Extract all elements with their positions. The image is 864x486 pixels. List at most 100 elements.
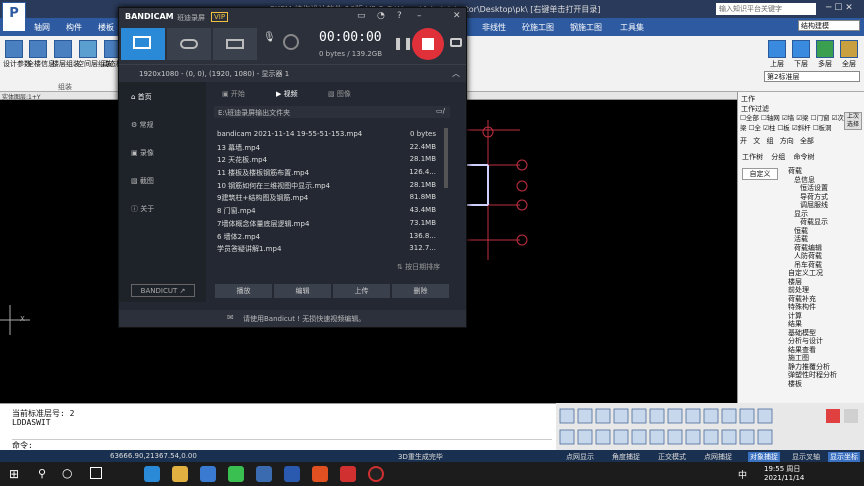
file-list[interactable]: bandicam 2021-11-14 19-55-51-153.mp4 0 by…: [214, 128, 450, 256]
filter-all[interactable]: ☐全部: [740, 114, 759, 122]
wechat-icon[interactable]: [228, 466, 244, 482]
bandicut-link[interactable]: BANDICUT ↗: [131, 284, 195, 297]
view-tab-direction[interactable]: 方向: [780, 137, 794, 145]
menu-item-member[interactable]: 构件: [66, 22, 82, 33]
capture-info-bar[interactable]: 1920x1080 - (0, 0), (1920, 1080) - 显示器 1…: [119, 64, 466, 82]
toggle-grid-display[interactable]: 点网显示: [566, 452, 594, 462]
bandicam-footer[interactable]: ✉ 请使用Bandicut ! 无损快速视频编辑。: [119, 310, 466, 327]
sidebar-item-screenshot[interactable]: ▧ 截图: [131, 176, 154, 186]
input-language[interactable]: 中: [738, 468, 747, 481]
toggle-ortho[interactable]: 正交模式: [658, 452, 686, 462]
list-item[interactable]: 11 楼板及楼板钢筋布置.mp4 126.4...: [214, 166, 450, 179]
menu-item-steel-drawing[interactable]: 钢施工图: [570, 22, 602, 33]
global-info-button[interactable]: 全楼信息: [27, 40, 55, 69]
tab-start[interactable]: ▣ 开始: [222, 89, 245, 99]
filter-checkboxes[interactable]: ☐全部 ☐轴网 ☑墙 ☑梁 ☐门窗 ☑次梁 ☐全 ☑柱 ☐板 ☑斜杆 ☐板洞: [740, 113, 844, 133]
task-view-icon[interactable]: [90, 467, 102, 479]
edge-icon[interactable]: [144, 466, 160, 482]
sidebar-item-video[interactable]: ▣ 录像: [131, 148, 154, 158]
command-window[interactable]: 当前标准层号: 2 LDDASWIT 命令:: [0, 403, 556, 450]
play-button[interactable]: 播放: [215, 284, 272, 298]
folder-icon[interactable]: ▭: [357, 11, 366, 21]
edit-button[interactable]: 编辑: [274, 284, 331, 298]
menu-item-nonlinear[interactable]: 非线性: [482, 22, 506, 33]
delete-button[interactable]: 删除: [392, 284, 449, 298]
filter-wall[interactable]: ☑墙: [782, 114, 794, 122]
menu-item-concrete-drawing[interactable]: 砼施工图: [522, 22, 554, 33]
filter-slab-hole[interactable]: ☐板洞: [813, 124, 832, 132]
list-item[interactable]: 13 幕墙.mp4 22.4MB: [214, 141, 450, 154]
filter-column[interactable]: ☑柱: [763, 124, 775, 132]
toggle-angle-snap[interactable]: 角度捕捉: [612, 452, 640, 462]
list-item[interactable]: 学员答疑讲解1.mp4 312.7...: [214, 242, 450, 255]
sidebar-item-home[interactable]: ⌂ 首页: [131, 92, 152, 102]
window-controls[interactable]: ─ ☐ ✕: [826, 3, 853, 13]
sidebar-item-general[interactable]: ⚙ 常规: [131, 120, 154, 130]
wps-icon[interactable]: [340, 466, 356, 482]
menu-item-axis[interactable]: 轴网: [34, 22, 50, 33]
tab-video[interactable]: ▶ 视频: [276, 89, 298, 99]
chevron-up-icon[interactable]: ︿: [452, 68, 460, 79]
folder-icon[interactable]: [172, 466, 188, 482]
filter-slab[interactable]: ☐板: [777, 124, 789, 132]
clock-icon[interactable]: ◔: [377, 11, 385, 21]
list-item[interactable]: 7墙体概念体量底层逻辑.mp4 73.1MB: [214, 217, 450, 230]
store-icon[interactable]: [200, 466, 216, 482]
app-icon[interactable]: [256, 466, 272, 482]
list-item[interactable]: 8 门窗.mp4 43.4MB: [214, 204, 450, 217]
pkpm-icon[interactable]: [284, 466, 300, 482]
model-select[interactable]: 结构建模: [798, 20, 860, 31]
knowledge-search-input[interactable]: 输入知识平台关键字: [716, 3, 816, 15]
search-icon[interactable]: ⚲: [38, 467, 46, 480]
sidebar-item-about[interactable]: ⓘ 关于: [131, 204, 154, 214]
list-item[interactable]: 12 天花板.mp4 28.1MB: [214, 153, 450, 166]
list-item[interactable]: 10 钢筋如何在三维视图中显示.mp4 28.1MB: [214, 179, 450, 192]
cortana-icon[interactable]: ○: [62, 466, 72, 480]
filter-window[interactable]: ☐门窗: [811, 114, 830, 122]
custom-button[interactable]: 自定义: [742, 168, 778, 180]
standard-layer-select[interactable]: 第2标准层: [764, 71, 860, 82]
game-mode-button[interactable]: [167, 28, 211, 60]
microphone-icon[interactable]: 🎙: [263, 32, 276, 43]
pause-icon[interactable]: ❚❚: [393, 36, 413, 50]
record-button[interactable]: [412, 28, 444, 60]
lower-floor-button[interactable]: 下层: [790, 40, 812, 69]
space-layer-button[interactable]: 空间层组装: [77, 40, 112, 69]
view-tab-all[interactable]: 全部: [800, 137, 814, 145]
output-path-bar[interactable]: E:\班迪录屏输出文件夹 ▭/: [214, 106, 450, 118]
open-folder-icon[interactable]: ▭/: [436, 107, 445, 115]
toggle-axis[interactable]: 显示叉轴: [792, 452, 820, 462]
clock-date[interactable]: 2021/11/14: [764, 474, 804, 482]
last-select-button[interactable]: 上次选择: [844, 112, 862, 130]
close-icon[interactable]: ✕: [453, 11, 461, 21]
webcam-icon[interactable]: [283, 34, 299, 50]
tab-image[interactable]: ▧ 图像: [328, 89, 351, 99]
floor-assembly-button[interactable]: 楼层组装: [52, 40, 80, 69]
toggle-coords[interactable]: 显示坐标: [828, 452, 860, 462]
filter-beam[interactable]: ☑梁: [796, 114, 808, 122]
menu-item-slab[interactable]: 楼板: [98, 22, 114, 33]
list-item[interactable]: 6 墙体2.mp4 136.8...: [214, 230, 450, 243]
tab-command-tree[interactable]: 命令树: [793, 153, 814, 161]
multi-floor-button[interactable]: 多层: [814, 40, 836, 69]
toggle-grid-snap[interactable]: 点网捕捉: [704, 452, 732, 462]
design-params-button[interactable]: 设计参数: [3, 40, 31, 69]
view-tab-open[interactable]: 开: [740, 137, 747, 145]
view-tab-text[interactable]: 文: [753, 137, 760, 145]
tab-work-tree[interactable]: 工作树: [742, 153, 763, 161]
toggle-object-snap[interactable]: 对象捕捉: [748, 452, 780, 462]
upload-button[interactable]: 上传: [333, 284, 390, 298]
help-icon[interactable]: ?: [397, 11, 402, 21]
minimize-icon[interactable]: –: [417, 11, 422, 21]
windows-start-icon[interactable]: ⊞: [9, 467, 19, 481]
filter-full[interactable]: ☐全: [749, 124, 761, 132]
list-scrollbar[interactable]: [444, 128, 448, 188]
list-item[interactable]: 9建筑柱+结构图及钢筋.mp4 81.8MB: [214, 191, 450, 204]
camera-icon[interactable]: [450, 38, 462, 47]
all-floor-button[interactable]: 全层: [838, 40, 860, 69]
sort-by-date[interactable]: ⇅ 按日期排序: [397, 262, 440, 272]
tab-group[interactable]: 分组: [771, 153, 785, 161]
upper-floor-button[interactable]: 上层: [766, 40, 788, 69]
xmind-icon[interactable]: [312, 466, 328, 482]
view-tab-group[interactable]: 组: [766, 137, 773, 145]
